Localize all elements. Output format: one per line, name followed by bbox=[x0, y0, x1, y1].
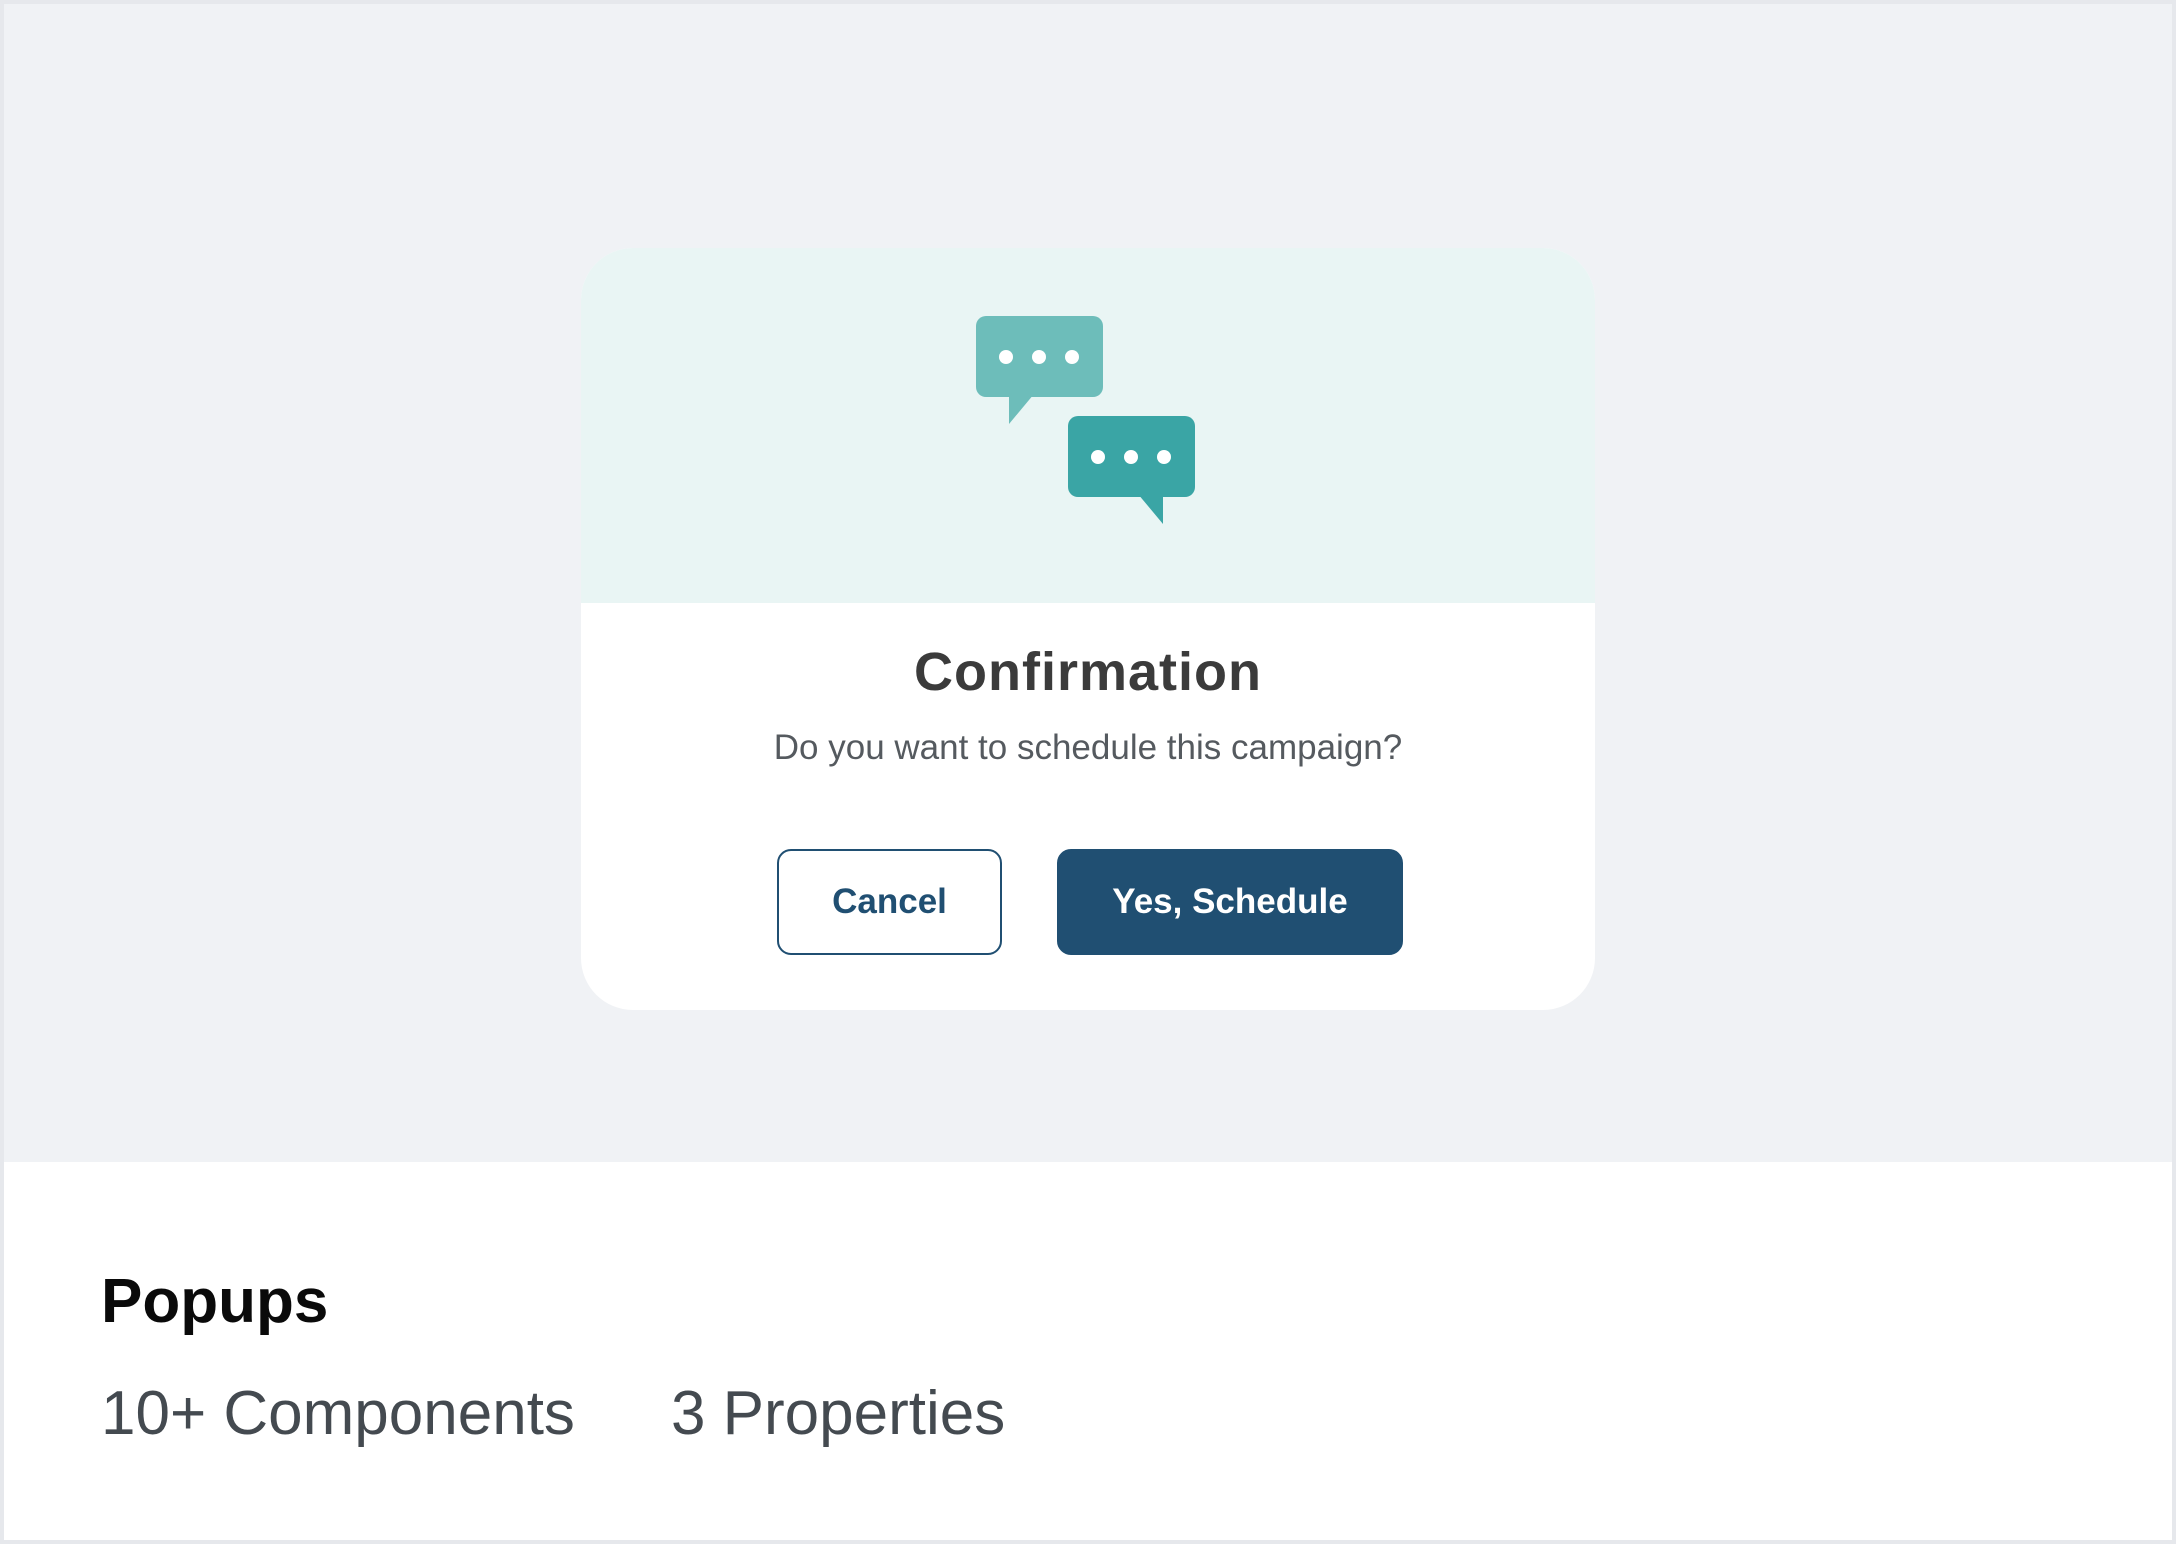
components-count: 10+ Components bbox=[101, 1379, 575, 1448]
component-stats: 10+ Components 3 Properties bbox=[101, 1378, 1005, 1449]
dialog-message: Do you want to schedule this campaign? bbox=[773, 728, 1403, 767]
dialog-hero bbox=[581, 248, 1595, 603]
schedule-button[interactable]: Yes, Schedule bbox=[1057, 849, 1403, 955]
component-title: Popups bbox=[101, 1267, 329, 1336]
properties-count: 3 Properties bbox=[670, 1379, 1006, 1448]
dialog-title: Confirmation bbox=[914, 642, 1262, 702]
component-card[interactable]: Confirmation Do you want to schedule thi… bbox=[0, 0, 2176, 1544]
confirmation-dialog: Confirmation Do you want to schedule thi… bbox=[581, 248, 1595, 1010]
chat-bubbles-icon bbox=[976, 316, 1195, 524]
preview-area: Confirmation Do you want to schedule thi… bbox=[4, 4, 2172, 1162]
cancel-button[interactable]: Cancel bbox=[777, 849, 1002, 955]
